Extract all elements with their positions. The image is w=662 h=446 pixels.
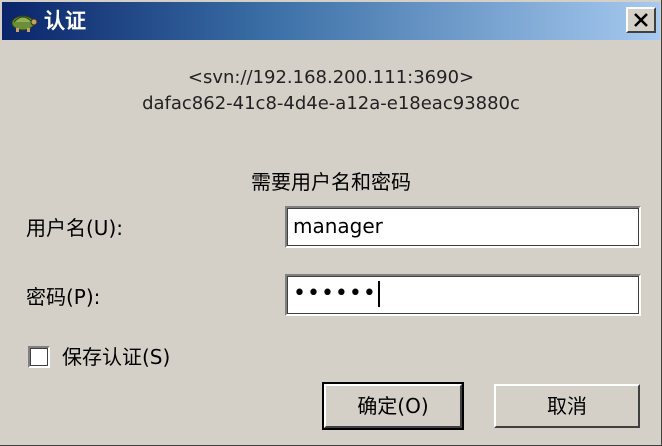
window-title: 认证 — [44, 9, 86, 33]
auth-prompt: 需要用户名和密码 — [251, 170, 411, 194]
close-icon — [634, 13, 648, 27]
password-label: 密码(P): — [26, 285, 101, 309]
password-mask: •••••• — [293, 281, 377, 306]
tortoise-icon — [8, 8, 38, 34]
title-bar[interactable]: 认证 — [2, 2, 660, 40]
password-field[interactable]: •••••• — [285, 274, 641, 316]
username-value: manager — [293, 214, 383, 238]
username-field[interactable]: manager — [285, 206, 641, 248]
close-button[interactable] — [626, 7, 656, 33]
save-auth-checkbox[interactable] — [28, 346, 50, 368]
auth-dialog: 认证 <svn://192.168.200.111:3690> dafac862… — [0, 0, 662, 446]
realm-url: <svn://192.168.200.111:3690> — [187, 67, 475, 88]
text-caret — [377, 281, 380, 307]
save-auth-label[interactable]: 保存认证(S) — [62, 343, 170, 371]
username-label: 用户名(U): — [26, 216, 123, 240]
cancel-button[interactable]: 取消 — [494, 384, 640, 428]
realm-uuid: dafac862-41c8-4d4e-a12a-e18eac93880c — [142, 93, 520, 114]
ok-button[interactable]: 确定(O) — [322, 382, 464, 430]
